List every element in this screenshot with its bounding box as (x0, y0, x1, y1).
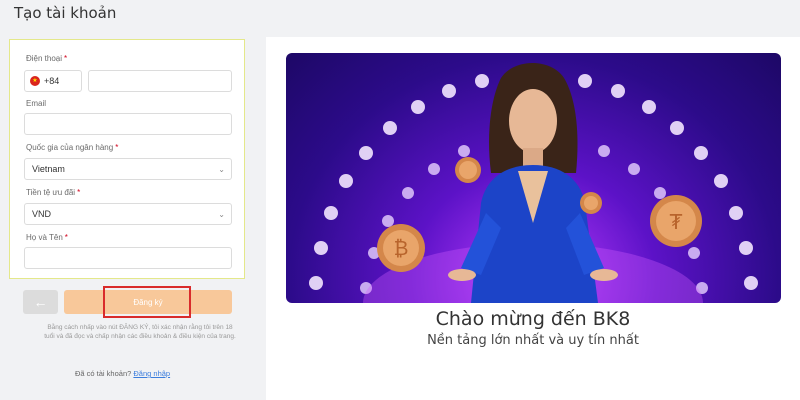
bank-country-value: Vietnam (32, 164, 65, 174)
svg-text:₿: ₿ (394, 236, 409, 260)
login-link[interactable]: Đăng nhập (133, 369, 170, 378)
login-prompt-text: Đã có tài khoản? (75, 369, 132, 378)
country-code-select[interactable]: +84 (24, 70, 82, 92)
currency-select[interactable]: VND ⌄ (24, 203, 232, 225)
promo-panel: ₿ ₮ Chào mừng đến BK8 Nền tảng lớn nhất … (266, 37, 800, 400)
country-code: +84 (44, 76, 60, 86)
full-name-label: Họ và Tên * (26, 233, 68, 242)
phone-input[interactable] (88, 70, 232, 92)
login-prompt: Đã có tài khoản? Đăng nhập (75, 369, 170, 378)
consent-text: Bằng cách nhấp vào nút ĐĂNG KÝ, tôi xác … (44, 324, 236, 340)
bank-country-label: Quốc gia của ngân hàng * (26, 143, 119, 152)
page-title: Tạo tài khoản (14, 4, 117, 22)
tagline: Nền tảng lớn nhất và uy tín nhất (427, 333, 639, 348)
highlight-annotation (103, 286, 191, 318)
promo-banner-image: ₿ ₮ (286, 53, 781, 303)
bank-country-select[interactable]: Vietnam ⌄ (24, 158, 232, 180)
chevron-down-icon: ⌄ (218, 209, 225, 219)
phone-label: Điện thoại * (26, 54, 68, 63)
registration-form: Điện thoại* +84 Email Quốc gia của ngân … (9, 39, 245, 279)
currency-label: Tiền tệ ưu đãi * (26, 188, 81, 197)
email-input[interactable] (24, 113, 232, 135)
back-button[interactable]: ← (23, 290, 58, 314)
welcome-heading: Chào mừng đến BK8 (435, 308, 631, 330)
full-name-input[interactable] (24, 247, 232, 269)
email-label: Email (26, 99, 47, 108)
currency-value: VND (32, 209, 52, 219)
chevron-down-icon: ⌄ (218, 164, 225, 174)
vietnam-flag-icon (30, 76, 40, 86)
svg-text:₮: ₮ (670, 210, 683, 234)
arrow-left-icon: ← (33, 294, 48, 310)
